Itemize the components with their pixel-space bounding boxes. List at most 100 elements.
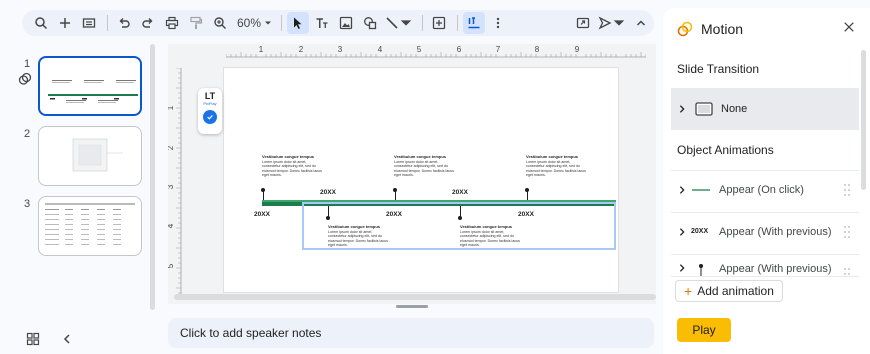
shapes-icon: [364, 17, 377, 30]
new-slide-button[interactable]: [54, 12, 76, 34]
timeline-dot: [458, 216, 462, 220]
timeline-item-title[interactable]: Vestibulum congue tempus: [328, 224, 380, 229]
drag-handle-icon[interactable]: [843, 225, 851, 239]
timeline-year-label[interactable]: 20XX: [254, 211, 270, 218]
timeline-item-title[interactable]: Vestibulum congue tempus: [526, 154, 578, 159]
animation-item[interactable]: Appear (With previous): [671, 254, 859, 276]
timeline-dot: [261, 188, 265, 192]
toolbar-divider: [457, 15, 459, 31]
ruler-label: 1: [168, 105, 175, 110]
paint-format-button[interactable]: [185, 12, 207, 34]
slide-thumbnail-3[interactable]: [38, 196, 142, 256]
panel-scrollbar[interactable]: [861, 50, 866, 190]
transition-value: None: [721, 103, 748, 115]
text-object-icon: 20XX: [691, 228, 709, 235]
editor-canvas: 1 2 3 4 5 6 7 8 9 1 2 3 4 5: [168, 44, 656, 304]
slide-transition-row[interactable]: None: [671, 88, 859, 130]
timeline-item-title[interactable]: Vestibulum congue tempus: [262, 154, 314, 159]
thumbnail-preview: [72, 138, 123, 172]
chevron-left-icon[interactable]: [60, 332, 74, 346]
lt-addon-widget[interactable]: LT PixPlay: [198, 88, 222, 134]
add-animation-button[interactable]: + Add animation: [675, 280, 783, 302]
cursor-arrow-icon: [294, 17, 302, 29]
timeline-item-body[interactable]: Lorem ipsum dolor sit amet, consectetur …: [262, 160, 322, 178]
slide-number: 2: [24, 128, 31, 140]
search-menus-button[interactable]: [30, 12, 52, 34]
timeline-item-title[interactable]: Vestibulum congue tempus: [460, 224, 512, 229]
ruler-label: 4: [378, 45, 383, 54]
collapse-toolbar-button[interactable]: [630, 12, 652, 34]
zoom-button[interactable]: [209, 12, 231, 34]
slide-canvas[interactable]: Vestibulum congue tempus Lorem ipsum dol…: [224, 68, 618, 292]
timeline-year-label[interactable]: 20XX: [320, 189, 336, 196]
redo-button[interactable]: [137, 12, 159, 34]
animation-label: Appear (On click): [719, 183, 804, 196]
select-tool-button[interactable]: [287, 12, 310, 34]
toolbar-divider: [281, 15, 283, 31]
redo-icon: [142, 18, 153, 28]
filmstrip-scrollbar[interactable]: [150, 44, 155, 310]
print-button[interactable]: [161, 12, 183, 34]
layout-button[interactable]: [78, 12, 100, 34]
text-box-icon: [316, 18, 328, 28]
pen-tool-button[interactable]: [596, 12, 628, 34]
slide-thumbnail-2[interactable]: [38, 126, 142, 186]
filmstrip: 1 2 3: [0, 44, 158, 310]
more-options-button[interactable]: [487, 12, 509, 34]
send-pen-icon: [598, 16, 612, 30]
printer-icon: [165, 16, 179, 30]
timeline-year-label[interactable]: 20XX: [452, 189, 468, 196]
close-panel-button[interactable]: [843, 20, 855, 38]
slide-number: 1: [24, 58, 31, 70]
lt-addon-button[interactable]: [463, 12, 486, 34]
ruler-label: 7: [496, 45, 501, 54]
more-vert-icon: [496, 17, 500, 29]
speaker-notes[interactable]: Click to add speaker notes: [168, 318, 654, 348]
zoom-select[interactable]: 60%: [233, 16, 276, 30]
motion-icon: [677, 21, 693, 37]
drag-handle-icon[interactable]: [843, 183, 851, 197]
ruler-label: 3: [168, 184, 175, 189]
motion-indicator-icon: [18, 72, 32, 85]
animation-item[interactable]: 20XX Appear (With previous): [671, 212, 859, 250]
ruler-label: 1: [259, 45, 264, 54]
play-button[interactable]: Play: [677, 318, 731, 342]
grid-view-icon[interactable]: [26, 332, 40, 346]
add-animation-label: Add animation: [697, 284, 774, 298]
timeline-item-title[interactable]: Vestibulum congue tempus: [394, 154, 446, 159]
animation-item[interactable]: Appear (On click): [671, 170, 859, 208]
animation-label: Appear (With previous): [719, 225, 832, 238]
insert-image-button[interactable]: [335, 12, 357, 34]
check-circle-icon[interactable]: [203, 110, 217, 124]
lt-sub: PixPlay: [203, 101, 217, 106]
timeline-item-body[interactable]: Lorem ipsum dolor sit amet, consectetur …: [526, 160, 586, 178]
text-box-button[interactable]: [311, 12, 333, 34]
paint-roller-icon: [190, 16, 203, 29]
ruler-label: 2: [299, 45, 304, 54]
ruler-label: 5: [417, 45, 422, 54]
timeline-item-body[interactable]: Lorem ipsum dolor sit amet, consectetur …: [460, 230, 520, 248]
thumbnail-preview: [48, 80, 138, 103]
timeline-dot: [326, 216, 330, 220]
ruler-label: 8: [535, 45, 540, 54]
vertical-ruler[interactable]: 1 2 3 4 5: [168, 68, 182, 298]
insert-comment-button[interactable]: [428, 12, 450, 34]
slide-thumbnail-1[interactable]: [38, 56, 142, 116]
plus-icon: +: [684, 283, 693, 299]
animation-label: Appear (With previous): [719, 263, 832, 275]
horizontal-ruler[interactable]: 1 2 3 4 5 6 7 8 9: [226, 44, 646, 58]
play-label: Play: [692, 323, 716, 337]
notes-resize-handle[interactable]: [396, 305, 428, 308]
line-tool-button[interactable]: [383, 12, 415, 34]
timeline-item-body[interactable]: Lorem ipsum dolor sit amet, consectetur …: [328, 230, 388, 248]
timeline-item-body[interactable]: Lorem ipsum dolor sit amet, consectetur …: [394, 160, 454, 178]
shape-button[interactable]: [359, 12, 381, 34]
drag-handle-icon[interactable]: [843, 267, 851, 276]
editor-horizontal-scrollbar[interactable]: [174, 294, 656, 300]
motion-panel-header: Motion: [677, 21, 743, 37]
undo-icon: [119, 18, 130, 28]
undo-button[interactable]: [113, 12, 135, 34]
ruler-label: 9: [575, 45, 580, 54]
zoom-in-icon: [214, 17, 226, 29]
transition-button[interactable]: [572, 12, 594, 34]
